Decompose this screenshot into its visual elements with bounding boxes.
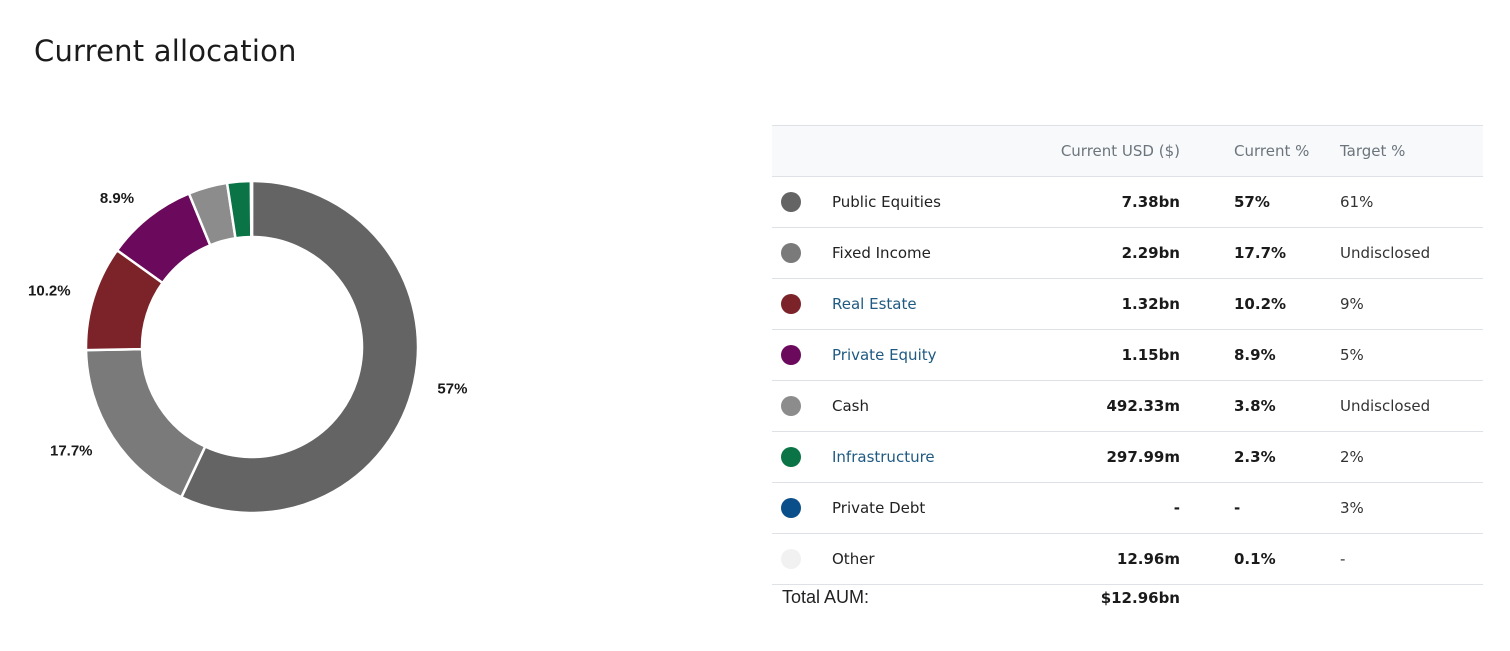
target-percent-value: 3% (1340, 499, 1364, 517)
slice-label: 10.2% (28, 283, 71, 300)
current-usd-value: - (1173, 499, 1180, 517)
current-usd-value: 12.96m (1116, 550, 1180, 568)
asset-class-link[interactable]: Real Estate (832, 279, 917, 329)
legend-color-dot (781, 243, 801, 263)
current-percent-value: 3.8% (1234, 397, 1276, 415)
table-row: Cash 492.33m 3.8% Undisclosed (772, 381, 1483, 432)
current-usd-value: 297.99m (1106, 448, 1180, 466)
allocation-donut-chart: 57% 17.7% 10.2% 8.9% (0, 150, 520, 550)
legend-dot-cell (781, 534, 803, 584)
legend-color-dot (781, 549, 801, 569)
legend-color-dot (781, 345, 801, 365)
legend-color-dot (781, 192, 801, 212)
current-usd-value: 1.32bn (1121, 295, 1180, 313)
table-row: Other 12.96m 0.1% - (772, 534, 1483, 585)
table-header: Current USD ($) Current % Target % (772, 125, 1483, 177)
total-aum-label: Total AUM: (782, 587, 870, 607)
current-usd-value: 7.38bn (1121, 193, 1180, 211)
asset-class-name: Fixed Income (832, 244, 931, 262)
target-percent-value: 9% (1340, 295, 1364, 313)
target-percent-value: - (1340, 550, 1346, 568)
current-percent-value: 8.9% (1234, 346, 1276, 364)
table-row: Fixed Income 2.29bn 17.7% Undisclosed (772, 228, 1483, 279)
legend-color-dot (781, 294, 801, 314)
asset-class-name: Cash (832, 397, 869, 415)
target-percent-value: Undisclosed (1340, 244, 1431, 262)
header-current-percent[interactable]: Current % (1234, 126, 1309, 176)
asset-class-link[interactable]: Infrastructure (832, 432, 935, 482)
total-aum-value: $12.96bn (1100, 589, 1180, 607)
slice-label: 8.9% (100, 190, 134, 207)
legend-dot-cell (781, 279, 803, 329)
slice-label: 17.7% (50, 442, 93, 459)
current-percent-value: - (1234, 499, 1241, 517)
donut-slice-fixed-income[interactable] (84, 347, 207, 499)
current-usd-value: 2.29bn (1121, 244, 1180, 262)
header-target-percent[interactable]: Target % (1340, 126, 1405, 176)
asset-class-name: Public Equities (832, 193, 941, 211)
header-current-usd[interactable]: Current USD ($) (1061, 126, 1180, 176)
current-usd-value: 1.15bn (1121, 346, 1180, 364)
asset-class-name: Other (832, 550, 875, 568)
table-row: Real Estate 1.32bn 10.2% 9% (772, 279, 1483, 330)
target-percent-value: 5% (1340, 346, 1364, 364)
current-percent-value: 2.3% (1234, 448, 1276, 466)
page-title: Current allocation (34, 34, 297, 68)
total-row: Total AUM: $12.96bn (772, 585, 1483, 613)
legend-dot-cell (781, 177, 803, 227)
donut-svg: 57% 17.7% 10.2% 8.9% (28, 179, 467, 515)
current-percent-value: 57% (1234, 193, 1270, 211)
asset-class-link[interactable]: Private Equity (832, 330, 937, 380)
table-row: Private Debt - - 3% (772, 483, 1483, 534)
legend-color-dot (781, 447, 801, 467)
legend-dot-cell (781, 381, 803, 431)
target-percent-value: 2% (1340, 448, 1364, 466)
table-row: Public Equities 7.38bn 57% 61% (772, 177, 1483, 228)
table-row: Private Equity 1.15bn 8.9% 5% (772, 330, 1483, 381)
slice-label: 57% (437, 380, 467, 397)
legend-dot-cell (781, 483, 803, 533)
legend-color-dot (781, 498, 801, 518)
target-percent-value: Undisclosed (1340, 397, 1431, 415)
legend-dot-cell (781, 330, 803, 380)
legend-dot-cell (781, 228, 803, 278)
table-body: Public Equities 7.38bn 57% 61% Fixed Income 2… (772, 177, 1483, 585)
target-percent-value: 61% (1340, 193, 1374, 211)
current-percent-value: 0.1% (1234, 550, 1276, 568)
current-percent-value: 17.7% (1234, 244, 1287, 262)
current-usd-value: 492.33m (1106, 397, 1180, 415)
asset-class-name: Private Debt (832, 499, 926, 517)
legend-dot-cell (781, 432, 803, 482)
legend-color-dot (781, 396, 801, 416)
allocation-table: Current USD ($) Current % Target % Publi… (772, 125, 1483, 613)
donut-slice-other[interactable] (249, 179, 254, 239)
table-row: Infrastructure 297.99m 2.3% 2% (772, 432, 1483, 483)
current-percent-value: 10.2% (1234, 295, 1287, 313)
